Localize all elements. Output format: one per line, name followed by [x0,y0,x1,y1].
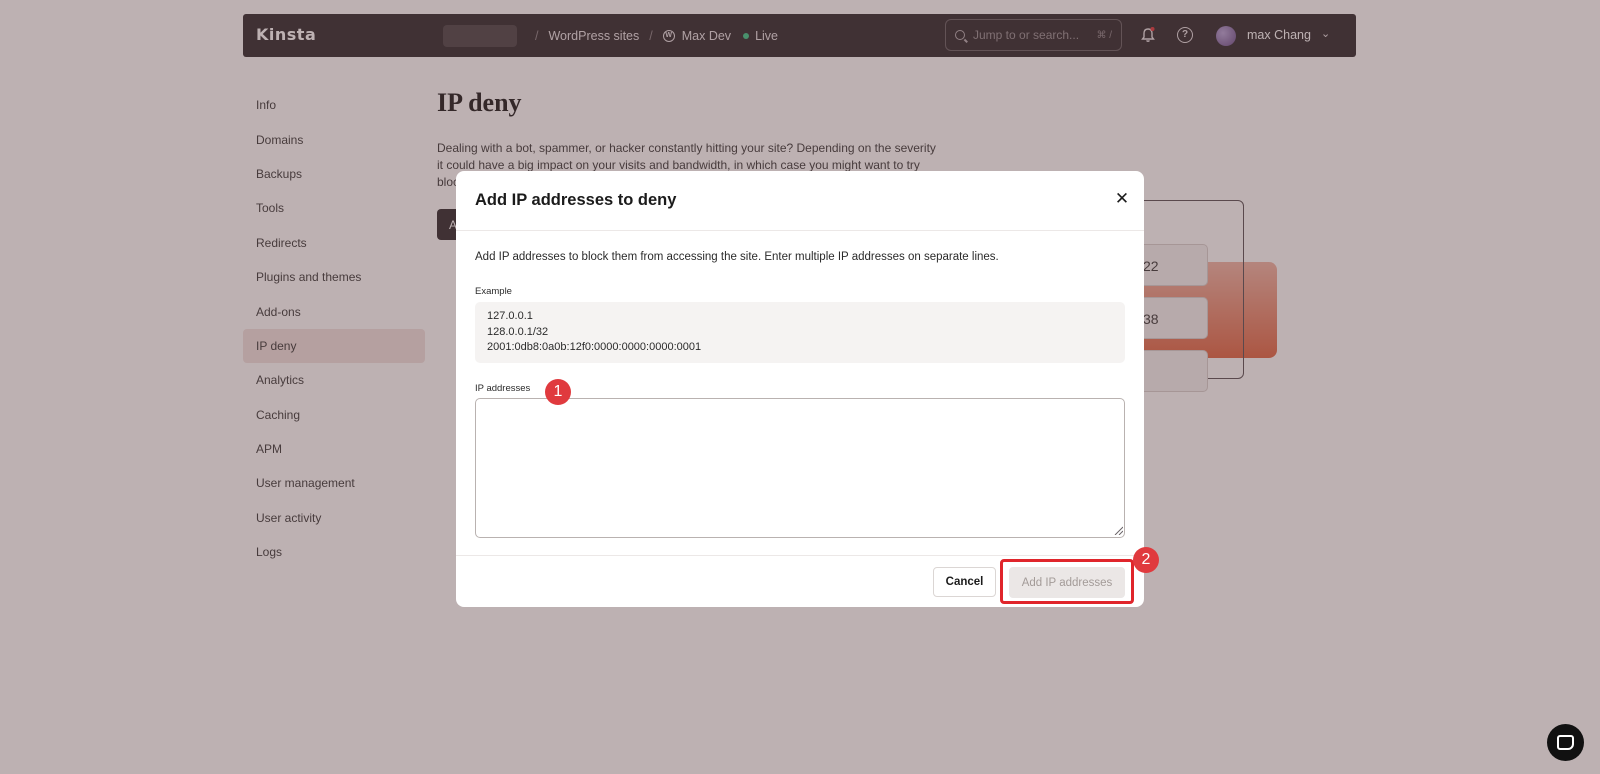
close-icon[interactable]: ✕ [1112,189,1132,209]
resize-handle-icon[interactable] [1113,525,1123,535]
example-label: Example [475,286,512,297]
submit-button-highlight [1000,559,1134,604]
chat-icon [1557,735,1574,750]
cancel-button[interactable]: Cancel [933,567,996,597]
step-1-badge: 1 [545,379,571,405]
example-line: 127.0.0.1 [487,310,533,322]
modal-title: Add IP addresses to deny [475,191,677,209]
divider [456,230,1144,231]
example-line: 2001:0db8:0a0b:12f0:0000:0000:0000:0001 [487,341,702,353]
step-2-badge: 2 [1133,547,1159,573]
modal-description: Add IP addresses to block them from acce… [475,251,999,263]
ip-addresses-label: IP addresses [475,383,531,394]
example-code-box: 127.0.0.1 128.0.0.1/32 2001:0db8:0a0b:12… [475,302,1125,363]
example-line: 128.0.0.1/32 [487,325,549,338]
divider [456,555,1144,556]
ip-addresses-textarea[interactable] [475,398,1125,538]
support-chat-button[interactable] [1547,724,1584,761]
